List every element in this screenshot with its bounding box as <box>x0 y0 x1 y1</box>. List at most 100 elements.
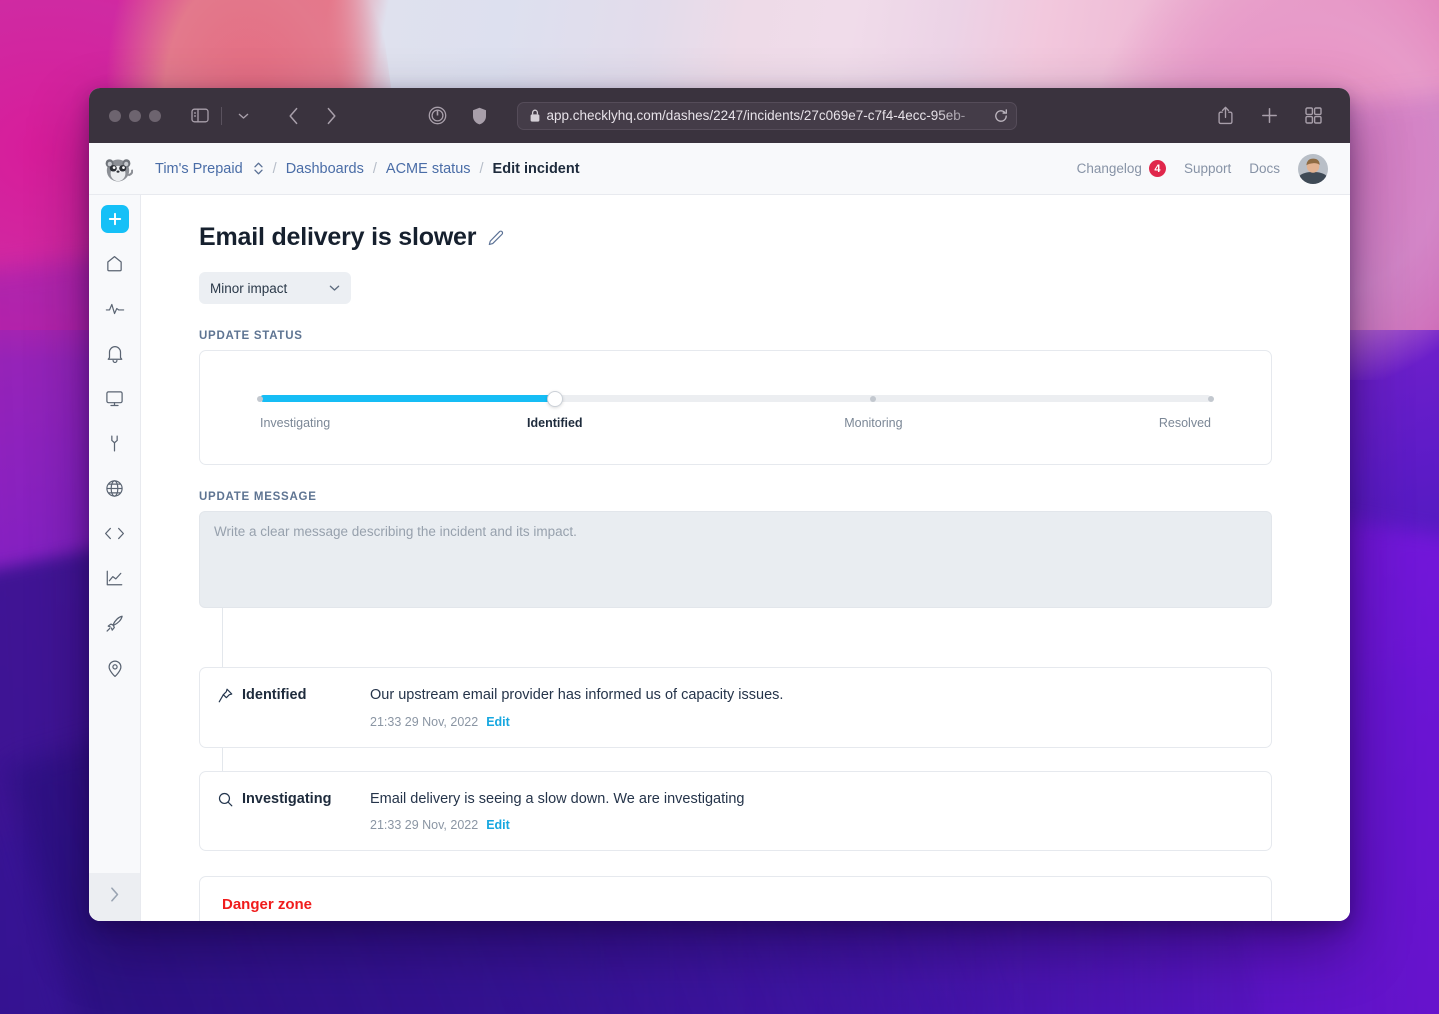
slider-knob[interactable] <box>546 390 563 407</box>
update-entry-identified: Identified Our upstream email provider h… <box>199 667 1272 748</box>
maximize-window-button[interactable] <box>149 109 161 122</box>
update-message-text: Our upstream email provider has informed… <box>370 687 784 703</box>
sidebar-item-status-pages[interactable] <box>98 654 132 688</box>
page-title: Email delivery is slower <box>199 223 477 251</box>
desktop-wallpaper: app.checklyhq.com/dashes/2247/incidents/… <box>0 0 1439 1014</box>
location-pin-icon <box>106 659 124 683</box>
create-new-button[interactable] <box>100 205 129 233</box>
breadcrumb-item-acme-status[interactable]: ACME status <box>386 161 471 177</box>
incident-editor: Email delivery is slower Minor impact UP… <box>141 195 1350 921</box>
support-link[interactable]: Support <box>1184 161 1231 176</box>
updates-timeline: Identified Our upstream email provider h… <box>199 608 1272 852</box>
reader-mode-icon[interactable] <box>423 102 453 130</box>
slider-tick-monitoring[interactable] <box>870 396 877 402</box>
update-state-label: Identified <box>242 687 307 703</box>
sidebar-item-locations[interactable] <box>98 474 132 508</box>
breadcrumb-separator: / <box>372 160 377 177</box>
status-slider[interactable] <box>257 390 1214 407</box>
pin-icon <box>218 688 233 703</box>
globe-icon <box>105 479 124 503</box>
edit-update-link[interactable]: Edit <box>486 715 510 729</box>
slider-label-resolved[interactable]: Resolved <box>1159 416 1211 430</box>
sidebar-item-activity[interactable] <box>98 294 132 328</box>
slider-label-identified[interactable]: Identified <box>527 416 583 430</box>
tab-overview-icon[interactable] <box>1298 102 1328 130</box>
wrench-icon <box>105 434 124 458</box>
forward-arrow-icon[interactable] <box>316 102 346 130</box>
update-message-text: Email delivery is seeing a slow down. We… <box>370 790 745 807</box>
chevron-right-icon <box>109 886 120 908</box>
reload-icon[interactable] <box>994 108 1008 123</box>
browser-toolbar: app.checklyhq.com/dashes/2247/incidents/… <box>89 88 1350 143</box>
changelog-label: Changelog <box>1076 161 1142 176</box>
address-bar-group: app.checklyhq.com/dashes/2247/incidents/… <box>423 101 1017 130</box>
user-avatar[interactable] <box>1298 153 1328 184</box>
window-controls <box>109 109 161 122</box>
app-body: Email delivery is slower Minor impact UP… <box>89 195 1350 921</box>
danger-zone: Danger zone Deleting an incident is irre… <box>199 876 1272 921</box>
sidebar-item-code[interactable] <box>98 519 132 553</box>
changelog-badge: 4 <box>1148 160 1166 177</box>
sidebar-item-deployments[interactable] <box>98 609 132 643</box>
analytics-icon <box>105 569 124 593</box>
checkly-app: Tim's Prepaid / Dashboards / ACME status… <box>89 143 1350 921</box>
sidebar-item-maintenance[interactable] <box>98 429 132 463</box>
new-tab-plus-icon[interactable] <box>1254 102 1284 130</box>
breadcrumb-separator: / <box>272 160 277 177</box>
breadcrumb-item-dashboards[interactable]: Dashboards <box>286 161 364 177</box>
docs-link[interactable]: Docs <box>1249 161 1280 176</box>
pencil-icon[interactable] <box>488 230 504 246</box>
changelog-link[interactable]: Changelog 4 <box>1077 160 1166 177</box>
sidebar-item-monitors[interactable] <box>98 384 132 418</box>
update-timestamp: 21:33 29 Nov, 2022 <box>370 818 479 833</box>
update-status-card: Investigating Identified Monitoring Reso… <box>199 350 1272 465</box>
timeline-spacer <box>199 608 1272 644</box>
privacy-shield-icon[interactable] <box>465 102 495 130</box>
url-text: app.checklyhq.com/dashes/2247/incidents/… <box>546 108 966 123</box>
expand-sidebar-button[interactable] <box>89 873 140 921</box>
danger-zone-title: Danger zone <box>222 896 313 914</box>
slider-step-labels: Investigating Identified Monitoring Reso… <box>260 416 1211 434</box>
update-message-input[interactable]: Write a clear message describing the inc… <box>199 511 1272 608</box>
update-state-label: Investigating <box>242 790 332 807</box>
slider-label-monitoring[interactable]: Monitoring <box>844 416 902 430</box>
sidebar-item-home[interactable] <box>98 249 132 283</box>
browser-window: app.checklyhq.com/dashes/2247/incidents/… <box>89 88 1350 921</box>
slider-fill <box>260 395 555 402</box>
impact-select-value: Minor impact <box>210 280 288 296</box>
breadcrumb-item-account[interactable]: Tim's Prepaid <box>155 161 243 177</box>
slider-label-investigating[interactable]: Investigating <box>260 416 330 430</box>
app-header: Tim's Prepaid / Dashboards / ACME status… <box>89 143 1350 195</box>
activity-icon <box>105 299 125 324</box>
title-row: Email delivery is slower <box>199 223 1272 252</box>
header-actions: Changelog 4 Support Docs <box>1077 153 1328 184</box>
slider-tick-investigating[interactable] <box>257 396 263 402</box>
share-icon[interactable] <box>1210 102 1240 130</box>
lock-icon <box>530 109 540 122</box>
checkly-mascot-logo[interactable] <box>103 154 133 184</box>
update-message-label: UPDATE MESSAGE <box>199 491 317 503</box>
breadcrumb-item-edit-incident: Edit incident <box>492 160 580 177</box>
search-icon <box>218 792 233 807</box>
back-arrow-icon[interactable] <box>278 102 308 130</box>
update-status-label: UPDATE STATUS <box>199 330 303 342</box>
sidebar-chevron-down-icon[interactable] <box>228 102 258 130</box>
minimize-window-button[interactable] <box>129 109 141 122</box>
account-selector-icon[interactable] <box>253 161 264 176</box>
sidebar-item-analytics[interactable] <box>98 564 132 598</box>
slider-tick-resolved[interactable] <box>1208 396 1214 402</box>
impact-select[interactable]: Minor impact <box>199 272 351 304</box>
sidebar-item-alerts[interactable] <box>98 339 132 373</box>
edit-update-link[interactable]: Edit <box>486 818 510 832</box>
update-timestamp: 21:33 29 Nov, 2022 <box>370 714 479 729</box>
address-bar[interactable]: app.checklyhq.com/dashes/2247/incidents/… <box>516 101 1017 130</box>
close-window-button[interactable] <box>109 109 121 122</box>
monitor-icon <box>105 389 124 413</box>
docs-label: Docs <box>1249 161 1280 176</box>
support-label: Support <box>1183 161 1232 176</box>
home-icon <box>105 254 124 278</box>
update-entry-investigating: Investigating Email delivery is seeing a… <box>199 770 1272 852</box>
breadcrumb-separator: / <box>479 160 484 177</box>
breadcrumb: Tim's Prepaid / Dashboards / ACME status… <box>155 161 580 177</box>
sidebar-toggle-icon[interactable] <box>185 102 215 130</box>
